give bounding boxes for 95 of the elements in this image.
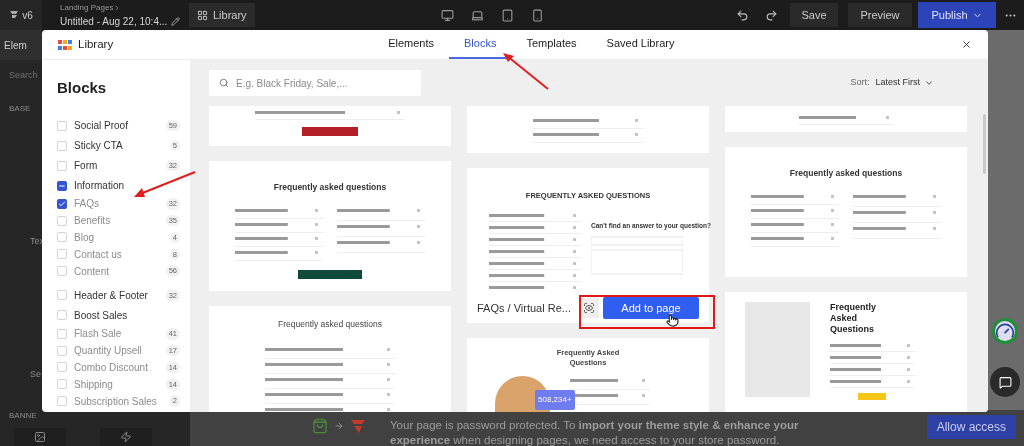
block-card[interactable]: [467, 106, 709, 153]
allow-access-button[interactable]: Allow access: [926, 415, 1016, 439]
category-label[interactable]: FAQs: [74, 196, 159, 212]
caret-icon: [924, 78, 934, 88]
category-label[interactable]: Contact us: [74, 246, 163, 262]
sort-dropdown[interactable]: Latest First: [875, 76, 934, 90]
category-label[interactable]: Quantity Upsell: [74, 343, 159, 359]
breadcrumb-link[interactable]: Landing Pages: [60, 1, 185, 14]
arrow-right-icon: [334, 421, 344, 431]
thumbnail-heading: Frequently asked questions: [278, 318, 382, 331]
shopping-bag-icon: [312, 418, 328, 434]
checkbox[interactable]: [57, 379, 67, 390]
checkbox[interactable]: [57, 249, 67, 260]
page-title: Untitled - Aug 22, 10:4...: [60, 14, 168, 29]
save-button[interactable]: Save: [790, 3, 838, 27]
category-label[interactable]: Combo Discount: [74, 359, 159, 375]
laptop-icon[interactable]: [470, 8, 484, 22]
preview-button[interactable]: [579, 298, 599, 318]
sidebar-heading: Blocks: [57, 78, 108, 98]
element-tile[interactable]: [100, 428, 152, 446]
category-label[interactable]: Benefits: [74, 213, 159, 229]
category-label[interactable]: Boost Sales: [74, 308, 180, 323]
thumbnail-heading: Frequently Asked Questions: [830, 302, 877, 335]
check-icon: [58, 199, 66, 208]
category-label[interactable]: Content: [74, 263, 159, 279]
checkbox[interactable]: [57, 345, 67, 356]
block-card[interactable]: Frequently asked questions: [725, 147, 967, 277]
block-card[interactable]: Frequently asked questions: [209, 306, 451, 412]
category-label[interactable]: Blog: [74, 230, 163, 245]
category-label[interactable]: Shipping: [74, 376, 159, 392]
block-name: FAQs / Virtual Re...: [477, 300, 572, 316]
stat-badge: 508,234+: [535, 390, 575, 410]
section-label: BASE: [8, 102, 32, 115]
undo-icon[interactable]: [736, 8, 749, 22]
section-label: BANNE: [8, 410, 38, 422]
search-icon: [219, 78, 229, 88]
banner-message: Your page is password protected. To import your theme style & enhance your experience when designing pages, we need access to your store password.: [390, 418, 800, 446]
version-label: v6: [22, 8, 33, 23]
phone-icon[interactable]: [530, 8, 544, 22]
checkbox[interactable]: [57, 180, 67, 191]
scan-eye-icon: [583, 302, 595, 314]
add-to-page-button[interactable]: Add to page: [603, 297, 699, 319]
checkbox[interactable]: [57, 160, 67, 171]
block-card[interactable]: Frequently asked questions: [209, 161, 451, 291]
arrow-annotation: [501, 52, 551, 92]
category-label[interactable]: Flash Sale: [74, 326, 159, 342]
image-icon: [34, 431, 46, 443]
chat-icon: [998, 375, 1012, 389]
element-tile[interactable]: [14, 428, 66, 446]
checkbox[interactable]: [57, 396, 67, 407]
search-field[interactable]: E.g. Black Friday, Sale,...: [209, 70, 421, 96]
arrow-annotation: [132, 170, 198, 200]
tab[interactable]: Saved Library: [591, 30, 690, 59]
publish-button[interactable]: Publish: [918, 2, 996, 28]
thumbnail-heading: Frequently asked questions: [789, 167, 903, 180]
block-card[interactable]: [209, 106, 451, 146]
grid-icon: [197, 9, 208, 21]
category-label[interactable]: Header & Footer: [74, 288, 159, 303]
category-label[interactable]: Subscription Sales: [74, 393, 163, 409]
hand-cursor-icon: [666, 314, 679, 327]
checkbox[interactable]: [57, 140, 67, 151]
logo-icon: [58, 39, 72, 50]
category-label[interactable]: Social Proof: [74, 118, 159, 133]
desktop-icon[interactable]: [440, 8, 454, 22]
preview-button[interactable]: Preview: [848, 3, 912, 27]
category-label[interactable]: Form: [74, 158, 159, 173]
category-label[interactable]: Sticky CTA: [74, 138, 163, 153]
modal-title: Library: [78, 36, 114, 52]
thumbnail-heading: Frequently asked questions: [273, 181, 387, 194]
lightning-icon: [120, 431, 132, 443]
checkbox[interactable]: [57, 198, 67, 209]
tab[interactable]: Templates: [511, 30, 592, 59]
tab[interactable]: Elements: [373, 30, 449, 59]
pencil-icon[interactable]: [171, 16, 181, 26]
logo-icon: [9, 10, 20, 20]
block-card[interactable]: Frequently Asked Questions: [725, 292, 967, 412]
checkbox[interactable]: [57, 120, 67, 131]
close-icon[interactable]: [961, 39, 972, 50]
checkbox[interactable]: [57, 215, 67, 226]
element-label: Se: [29, 368, 42, 381]
scrollbar-thumb: [983, 114, 986, 174]
sort-label: Sort:: [850, 76, 870, 90]
checkbox[interactable]: [57, 362, 67, 373]
checkbox[interactable]: [57, 266, 67, 277]
checkbox[interactable]: [57, 232, 67, 243]
checkbox[interactable]: [57, 290, 67, 301]
redo-icon[interactable]: [765, 8, 778, 22]
library-button[interactable]: Library: [189, 3, 255, 27]
tablet-icon[interactable]: [500, 8, 514, 22]
app-logo-icon: [350, 418, 366, 434]
block-card[interactable]: [725, 106, 967, 132]
checkbox[interactable]: [57, 310, 67, 321]
logo-button[interactable]: v6: [0, 0, 42, 30]
checkbox[interactable]: [57, 328, 67, 339]
category-label[interactable]: Information: [74, 178, 180, 193]
